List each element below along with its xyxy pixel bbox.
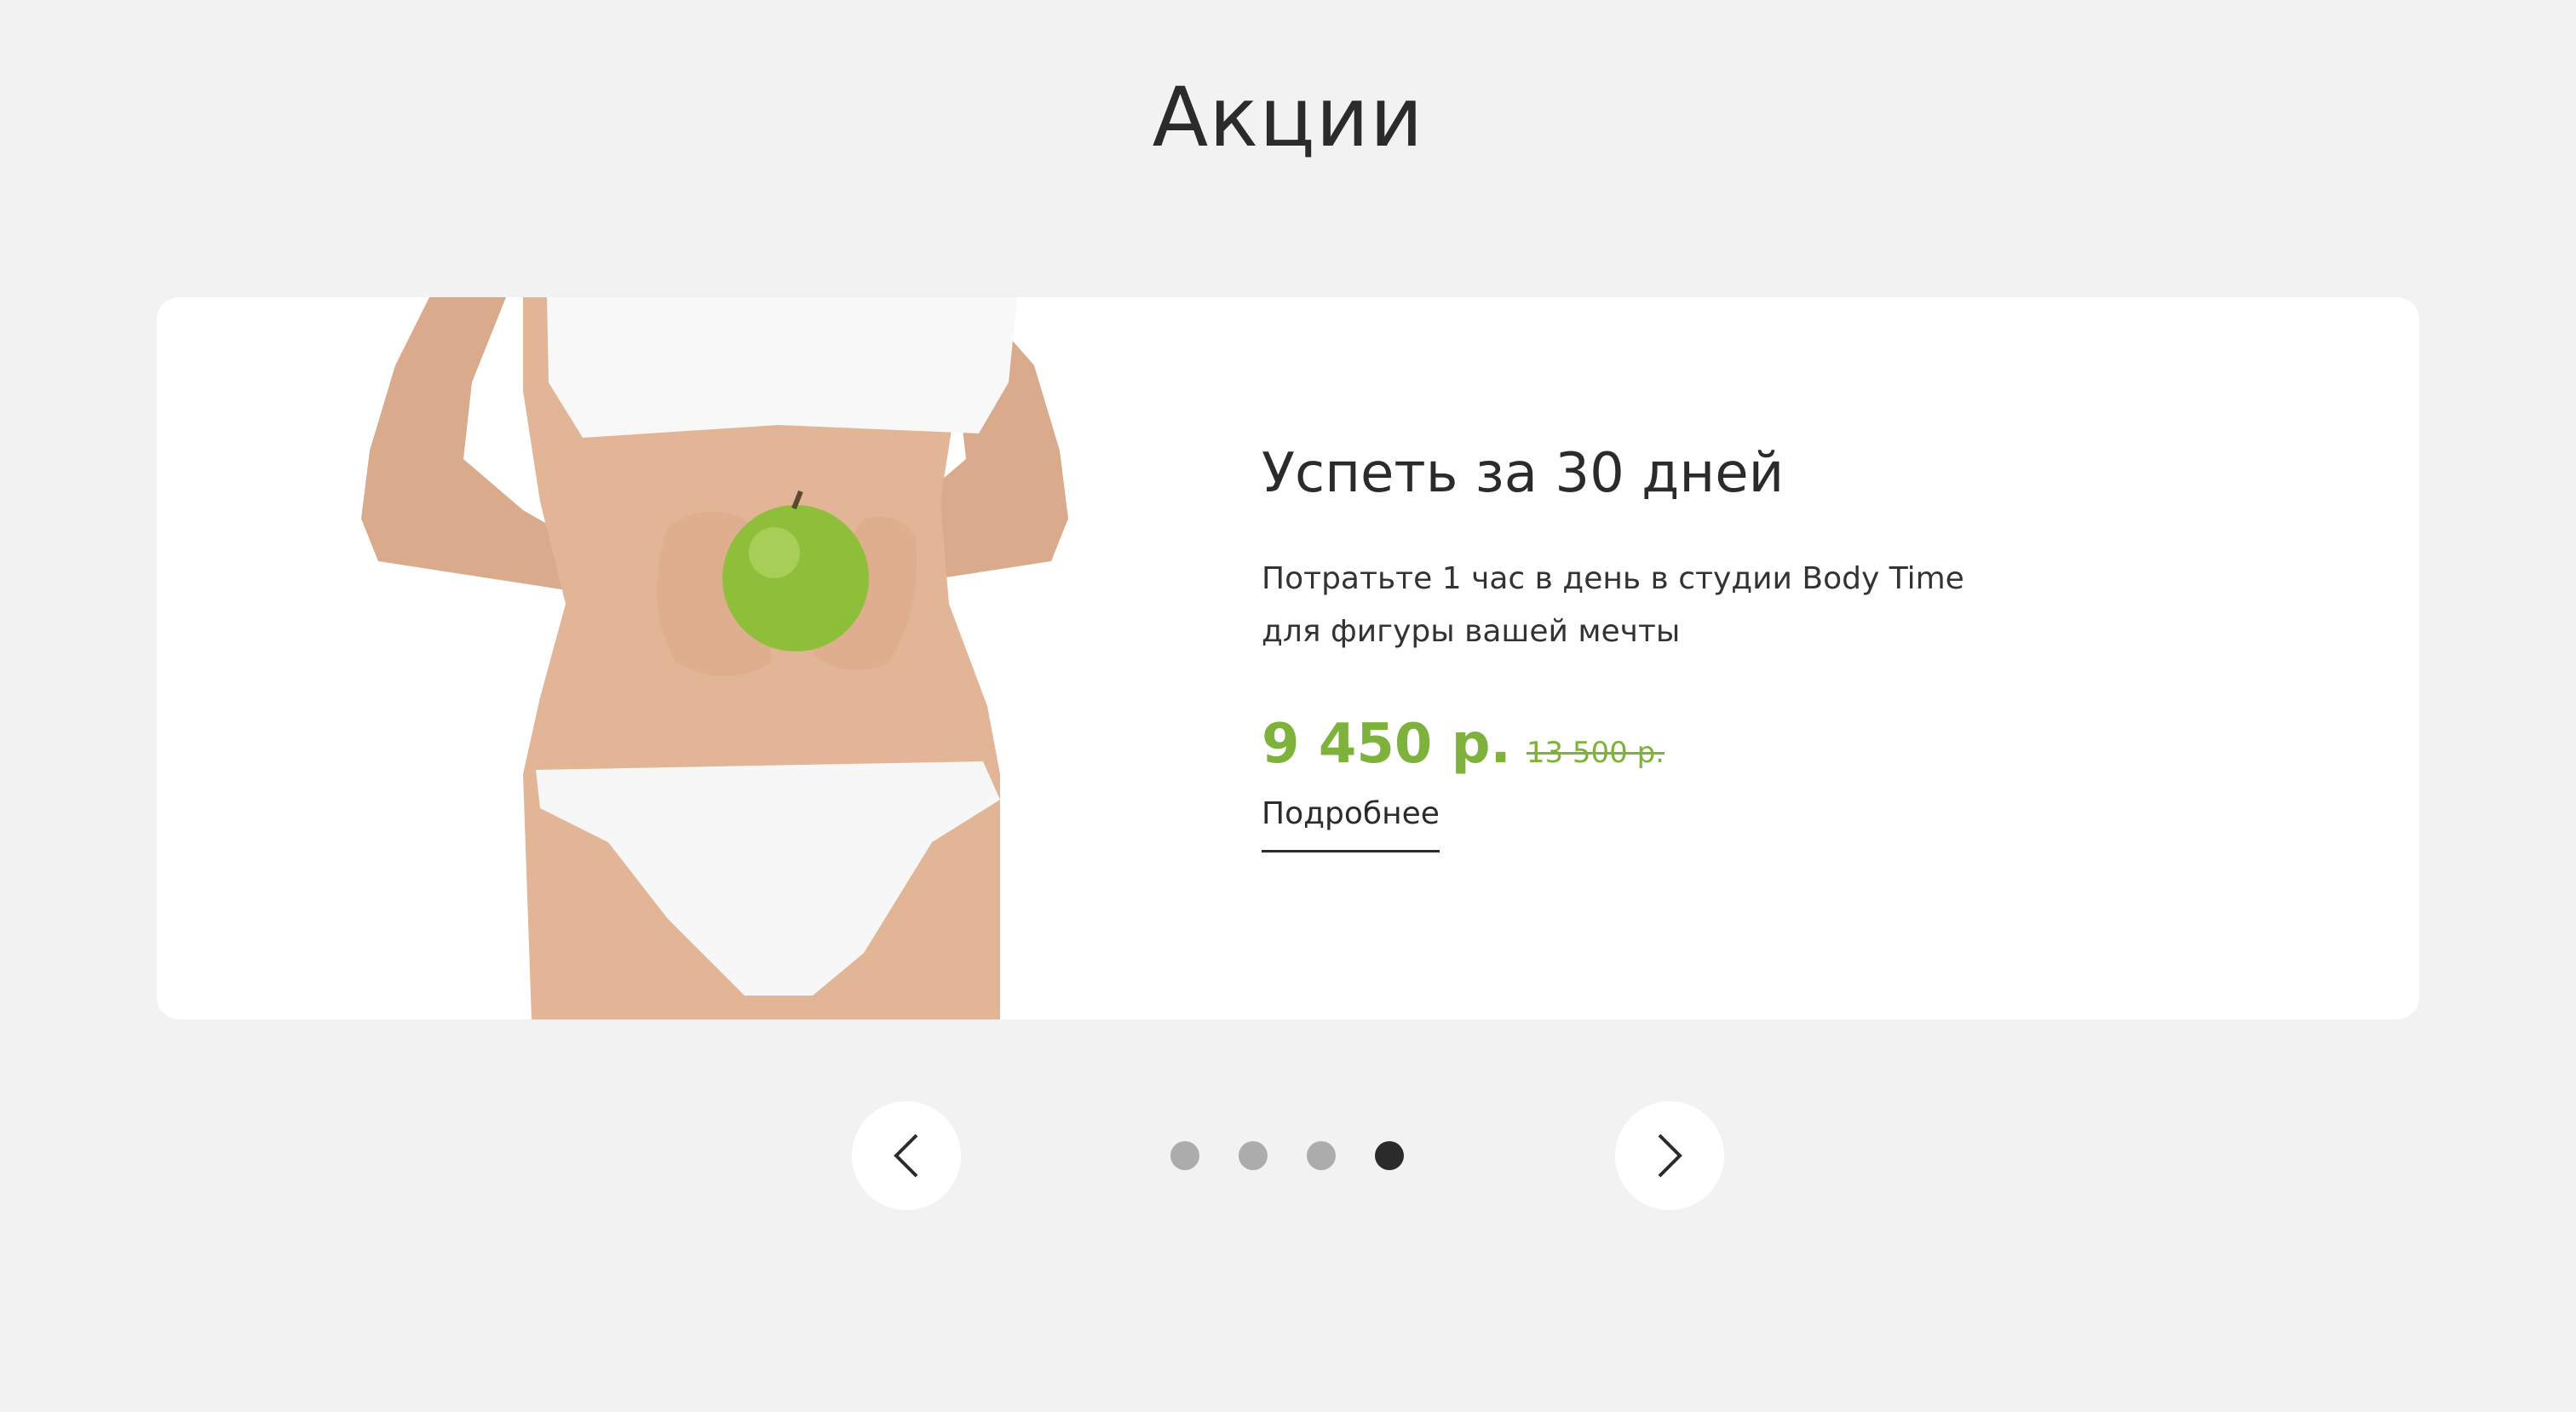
price-row: 9 450 р. 13 500 р. xyxy=(1262,713,2113,776)
slider-next-button[interactable] xyxy=(1615,1101,1724,1210)
promo-description-line: для фигуры вашей мечты xyxy=(1262,614,1681,650)
promo-description: Потратьте 1 час в день в студии Body Tim… xyxy=(1262,553,2113,658)
promo-content: Успеть за 30 дней Потратьте 1 час в день… xyxy=(1262,442,2113,853)
promo-image xyxy=(267,297,1222,1019)
slider-dot[interactable] xyxy=(1170,1141,1199,1170)
slider-dots xyxy=(1170,1141,1404,1170)
price-new: 9 450 р. xyxy=(1262,713,1511,777)
slider-dot[interactable] xyxy=(1307,1141,1336,1170)
promo-card: Успеть за 30 дней Потратьте 1 час в день… xyxy=(157,297,2419,1019)
slider-prev-button[interactable] xyxy=(852,1101,961,1210)
slider-dot-active[interactable] xyxy=(1375,1141,1404,1170)
promo-description-line: Потратьте 1 час в день в студии Body Tim… xyxy=(1262,561,1964,597)
promo-title: Успеть за 30 дней xyxy=(1262,442,1785,505)
more-details-link[interactable]: Подробнее xyxy=(1262,796,1440,853)
chevron-right-icon xyxy=(1658,1134,1682,1178)
chevron-left-icon xyxy=(894,1134,918,1178)
section-title: Акции xyxy=(1152,70,1424,165)
slider-dot[interactable] xyxy=(1239,1141,1268,1170)
price-old: 13 500 р. xyxy=(1526,736,1665,771)
